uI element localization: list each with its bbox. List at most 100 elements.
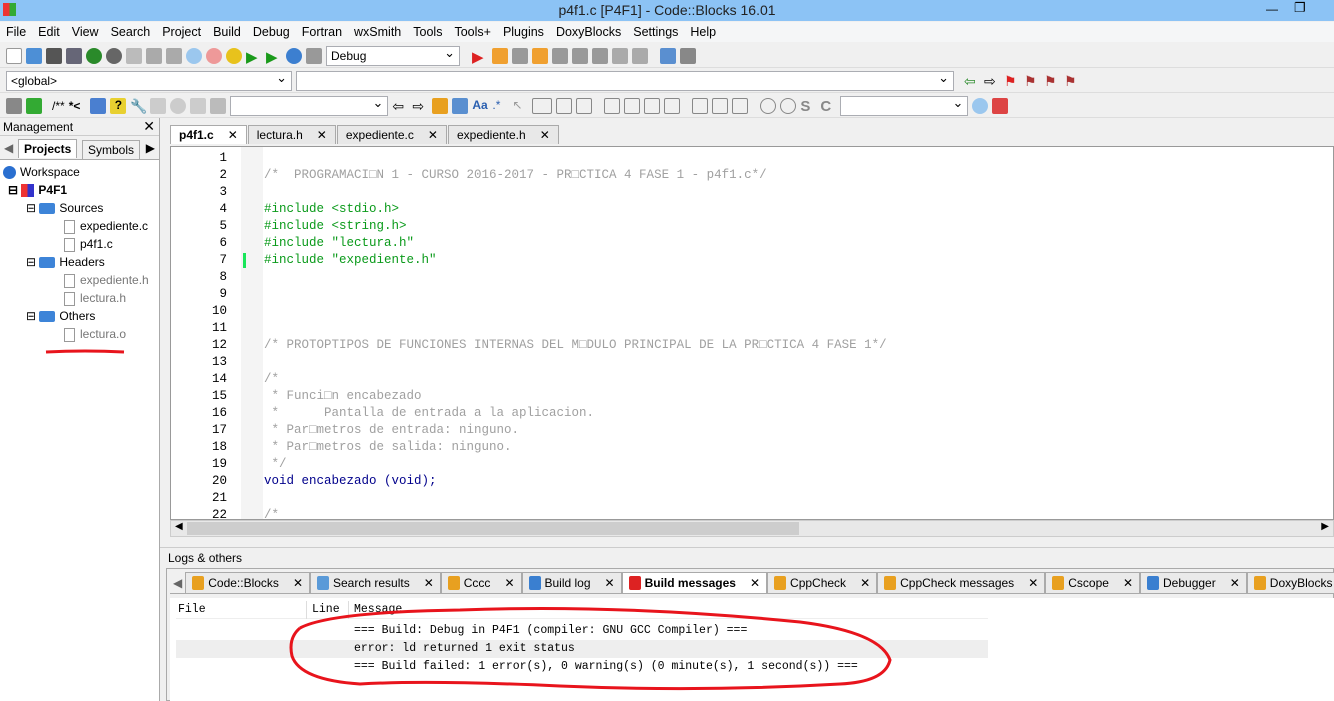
rebuild-icon[interactable] xyxy=(286,47,302,64)
build-icon[interactable] xyxy=(226,47,242,64)
wx-frame-icon[interactable] xyxy=(532,97,553,114)
wrench-icon[interactable]: 🔧 xyxy=(130,98,147,114)
open-icon[interactable] xyxy=(26,47,42,64)
logs-tab[interactable]: DoxyBlocks✕ xyxy=(1246,572,1334,593)
close-tab-icon[interactable]: ✕ xyxy=(605,576,615,590)
column-line[interactable]: Line xyxy=(306,601,340,619)
next-instruction-icon[interactable] xyxy=(572,47,588,64)
close-tab-icon[interactable]: ✕ xyxy=(228,128,238,142)
next-line-icon[interactable] xyxy=(512,47,528,64)
horizontal-scrollbar[interactable]: ◀ ▶ xyxy=(170,520,1334,537)
undo-icon[interactable] xyxy=(86,47,102,64)
run-icon[interactable]: ▶ xyxy=(246,48,262,66)
close-tab-icon[interactable]: ✕ xyxy=(1028,576,1038,590)
symbol-c-icon[interactable]: C xyxy=(820,98,836,115)
wx-space2-icon[interactable] xyxy=(712,97,729,114)
editor-tab[interactable]: lectura.h ✕ xyxy=(247,125,336,144)
zoom-out-icon[interactable] xyxy=(780,97,797,114)
match-case-icon[interactable]: Aa xyxy=(472,98,488,114)
tab-projects[interactable]: Projects xyxy=(18,139,78,158)
build-messages-list[interactable]: File Line Message === Build: Debug in P4… xyxy=(170,598,1334,701)
close-panel-icon[interactable]: ✕ xyxy=(143,118,155,135)
menu-build[interactable]: Build xyxy=(207,25,247,39)
tree-file[interactable]: lectura.h xyxy=(64,289,126,307)
close-tab-icon[interactable]: ✕ xyxy=(293,576,303,590)
abort-icon[interactable] xyxy=(306,47,322,64)
wx-sizer4-icon[interactable] xyxy=(664,97,681,114)
logs-tab[interactable]: CppCheck messages ✕ xyxy=(877,572,1046,593)
menu-fortran[interactable]: Fortran xyxy=(296,25,348,39)
logs-tab[interactable]: Cccc ✕ xyxy=(440,572,522,593)
logs-tab[interactable]: Code::Blocks ✕ xyxy=(185,572,310,593)
nav-back-icon[interactable] xyxy=(150,97,167,114)
logs-tab[interactable]: Debugger ✕ xyxy=(1140,572,1247,593)
wx-space3-icon[interactable] xyxy=(732,97,749,114)
list-item[interactable]: === Build failed: 1 error(s), 0 warning(… xyxy=(176,658,988,676)
menu-edit[interactable]: Edit xyxy=(32,25,66,39)
list-item[interactable]: error: ld returned 1 exit status xyxy=(176,640,988,658)
settings-tool-icon[interactable] xyxy=(992,97,1009,114)
tree-workspace[interactable]: Workspace xyxy=(3,163,80,181)
debug-windows-icon[interactable] xyxy=(660,47,676,64)
search-prev-icon[interactable]: ⇦ xyxy=(392,98,408,114)
highlight-icon[interactable] xyxy=(432,97,449,114)
tree-folder-others[interactable]: ⊟ Others xyxy=(26,307,95,325)
doxy-line-comment-button[interactable]: *< xyxy=(69,99,81,113)
column-message[interactable]: Message xyxy=(348,601,402,619)
incremental-search-input[interactable] xyxy=(230,95,389,116)
doxy-run-icon[interactable] xyxy=(26,97,42,114)
copy-icon[interactable] xyxy=(146,47,162,64)
tree-file[interactable]: expediente.h xyxy=(64,271,149,289)
step-instruction-icon[interactable] xyxy=(592,47,608,64)
logs-tab[interactable]: Cscope ✕ xyxy=(1045,572,1140,593)
close-tab-icon[interactable]: ✕ xyxy=(424,576,434,590)
close-tab-icon[interactable]: ✕ xyxy=(428,128,438,142)
tree-file[interactable]: lectura.o xyxy=(64,325,126,343)
menu-wxsmith[interactable]: wxSmith xyxy=(348,25,407,39)
tree-file[interactable]: expediente.c xyxy=(64,217,148,235)
help-icon[interactable]: ? xyxy=(110,97,127,114)
new-file-icon[interactable] xyxy=(6,47,22,64)
menu-debug[interactable]: Debug xyxy=(247,25,296,39)
editor-tab[interactable]: expediente.c ✕ xyxy=(336,125,447,144)
build-run-icon[interactable]: ▶ xyxy=(266,48,282,66)
search-next-icon[interactable]: ⇨ xyxy=(412,98,428,114)
tree-folder-headers[interactable]: ⊟ Headers xyxy=(26,253,105,271)
tabs-scroll-left-icon[interactable]: ◀ xyxy=(170,572,185,593)
menu-tools+[interactable]: Tools+ xyxy=(448,25,496,39)
code-editor[interactable]: 1 2 3 4 5 6 7 8 9 10 11 12 13 14 15 16 17 18 19 20 21 22 /* P… xyxy=(170,146,1334,520)
save-all-icon[interactable] xyxy=(66,47,82,64)
build-target-select[interactable]: Debug xyxy=(326,45,460,66)
prev-bookmark-icon[interactable]: ⚑ xyxy=(1024,73,1040,89)
logs-tab[interactable]: CppCheck ✕ xyxy=(767,572,878,593)
wx-sizer2-icon[interactable] xyxy=(624,97,641,114)
scope-select[interactable]: <global> xyxy=(6,70,292,91)
menu-tools[interactable]: Tools xyxy=(407,25,448,39)
menu-help[interactable]: Help xyxy=(684,25,722,39)
menu-file[interactable]: File xyxy=(0,25,32,39)
pointer-icon[interactable]: ↖ xyxy=(512,98,528,114)
scroll-left-icon[interactable]: ◀ xyxy=(4,141,13,155)
wx-space1-icon[interactable] xyxy=(692,97,709,114)
wx-sizer3-icon[interactable] xyxy=(644,97,661,114)
menu-settings[interactable]: Settings xyxy=(627,25,684,39)
list-item[interactable]: === Build: Debug in P4F1 (compiler: GNU … xyxy=(176,622,988,640)
nav-dot-icon[interactable] xyxy=(170,97,187,114)
close-tab-icon[interactable]: ✕ xyxy=(750,576,760,590)
tab-symbols[interactable]: Symbols xyxy=(82,140,141,159)
pause-icon[interactable] xyxy=(612,47,628,64)
menu-doxyblocks[interactable]: DoxyBlocks xyxy=(550,25,627,39)
tree-folder-sources[interactable]: ⊟ Sources xyxy=(26,199,103,217)
wx-dialog-icon[interactable] xyxy=(556,97,573,114)
find-icon[interactable] xyxy=(186,47,202,64)
replace-icon[interactable] xyxy=(206,47,222,64)
info-icon[interactable] xyxy=(680,47,696,64)
next-bookmark-icon[interactable]: ⚑ xyxy=(1044,73,1060,89)
menu-project[interactable]: Project xyxy=(156,25,207,39)
selected-text-icon[interactable] xyxy=(452,97,469,114)
symbol-select[interactable] xyxy=(840,95,969,116)
minimize-button[interactable]: — xyxy=(1266,2,1278,16)
printer-icon[interactable] xyxy=(6,97,22,114)
menu-search[interactable]: Search xyxy=(105,25,157,39)
close-tab-icon[interactable]: ✕ xyxy=(1230,576,1240,590)
